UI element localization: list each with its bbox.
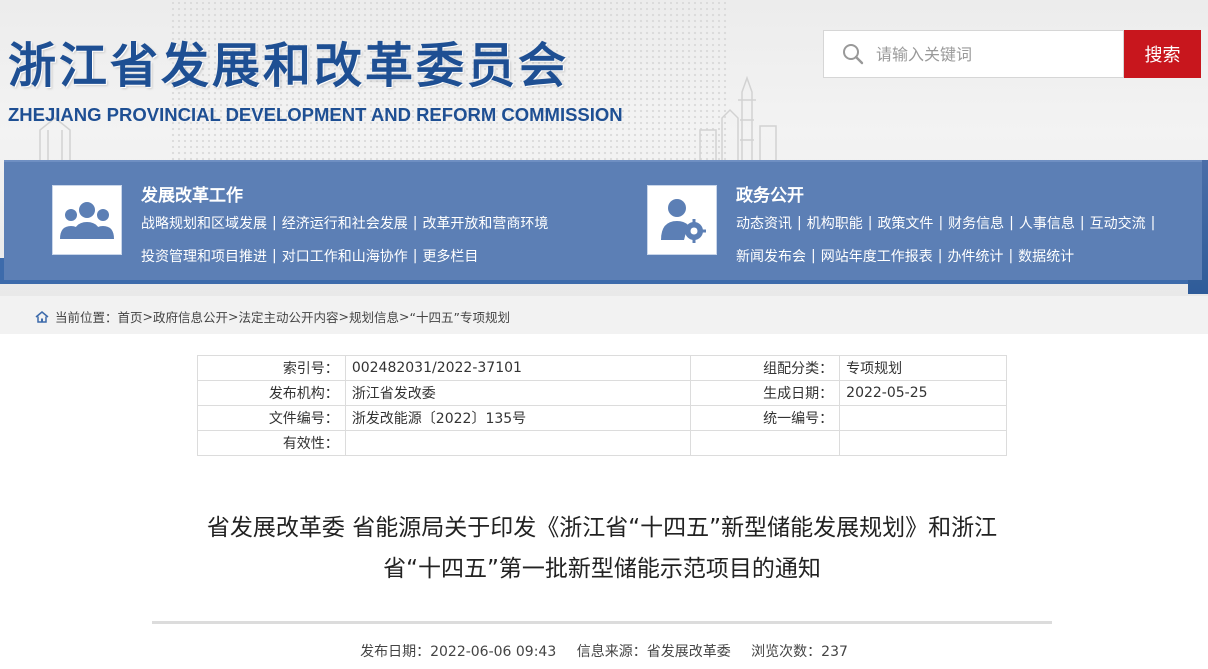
nav-link-data-stats[interactable]: 数据统计: [1018, 246, 1074, 266]
article-meta: 发布日期：2022-06-06 09:43 信息来源：省发展改革委 浏览次数：2…: [0, 641, 1208, 661]
nav-link-case-stats[interactable]: 办件统计: [947, 246, 1003, 266]
nav-separator: |: [1009, 215, 1014, 231]
breadcrumb: 当前位置： 首页 > 政府信息公开 > 法定主动公开内容 > 规划信息 > “十…: [35, 307, 510, 326]
nav-right-row1: 动态资讯 | 机构职能 | 政策文件 | 财务信息 | 人事信息 | 互动交流 …: [736, 213, 1160, 233]
breadcrumb-gov-info[interactable]: 政府信息公开: [153, 307, 228, 326]
empty-cell: [690, 430, 841, 456]
user-gear-icon: [661, 199, 706, 243]
nav-separator: |: [1079, 215, 1085, 231]
nav-group-icon-right[interactable]: [647, 185, 717, 255]
search-input[interactable]: [876, 39, 1116, 69]
breadcrumb-separator: >: [228, 309, 239, 324]
article-title-line2: 省“十四五”第一批新型储能示范项目的通知: [383, 556, 821, 582]
validity-value: [344, 430, 692, 456]
publisher-value: 浙江省发改委: [344, 380, 692, 406]
nav-heading-gov-affairs[interactable]: 政务公开: [736, 181, 804, 206]
nav-link-functions[interactable]: 机构职能: [807, 213, 863, 233]
unified-value: [839, 405, 1007, 431]
nav-right-row2: 新闻发布会 | 网站年度工作报表 | 办件统计 | 数据统计: [736, 246, 1074, 266]
breadcrumb-home[interactable]: 首页: [118, 307, 143, 326]
category-label: 组配分类：: [690, 355, 841, 381]
nav-separator: |: [937, 248, 943, 264]
nav-link-more-columns[interactable]: 更多栏目: [422, 246, 478, 266]
breadcrumb-special-plan[interactable]: “十四五”专项规划: [410, 307, 510, 326]
category-value: 专项规划: [839, 355, 1007, 381]
nav-link-counterpart-work[interactable]: 对口工作和山海协作: [282, 246, 408, 266]
index-value: 002482031/2022-37101: [344, 355, 692, 381]
table-row: 有效性：: [197, 430, 1007, 456]
view-count: 浏览次数：237: [751, 644, 848, 660]
docno-label: 文件编号：: [197, 405, 346, 431]
nav-separator: |: [938, 215, 944, 231]
article-title-line1: 省发展改革委 省能源局关于印发《浙江省“十四五”新型储能发展规划》和浙江: [206, 515, 998, 541]
breadcrumb-separator: >: [142, 309, 154, 324]
breadcrumb-prefix: 当前位置：: [55, 310, 118, 325]
search-icon: [843, 44, 864, 65]
nav-link-interaction[interactable]: 互动交流: [1090, 213, 1146, 233]
validity-label: 有效性：: [197, 430, 346, 456]
table-row: 发布机构： 浙江省发改委 生成日期： 2022-05-25: [197, 380, 1007, 406]
nav-link-news[interactable]: 动态资讯: [736, 213, 792, 233]
nav-heading-reform-work[interactable]: 发展改革工作: [141, 181, 243, 206]
site-title-cn: 浙江省发展和改革委员会: [8, 38, 570, 94]
breadcrumb-planning[interactable]: 规划信息: [349, 307, 399, 326]
table-row: 文件编号： 浙发改能源〔2022〕135号 统一编号：: [197, 405, 1007, 431]
nav-separator: |: [811, 248, 816, 264]
site-title-en: ZHEJIANG PROVINCIAL DEVELOPMENT AND REFO…: [8, 104, 623, 125]
nav-separator: |: [412, 248, 418, 264]
table-row: 索引号： 002482031/2022-37101 组配分类： 专项规划: [197, 355, 1007, 381]
nav-separator: |: [412, 215, 418, 231]
breadcrumb-separator: >: [338, 309, 350, 324]
date-value: 2022-05-25: [839, 380, 1007, 406]
breadcrumb-statutory[interactable]: 法定主动公开内容: [239, 307, 339, 326]
nav-left-row2: 投资管理和项目推进 | 对口工作和山海协作 | 更多栏目: [141, 246, 478, 266]
nav-link-annual-report[interactable]: 网站年度工作报表: [821, 246, 933, 266]
document-meta-table: 索引号： 002482031/2022-37101 组配分类： 专项规划 发布机…: [197, 355, 1007, 456]
title-divider: [152, 621, 1052, 624]
empty-cell: [839, 430, 1007, 456]
nav-separator: |: [867, 215, 873, 231]
breadcrumb-separator: >: [399, 309, 410, 324]
nav-separator: |: [1008, 248, 1014, 264]
nav-link-economic-operation[interactable]: 经济运行和社会发展: [282, 213, 408, 233]
publish-date: 发布日期：2022-06-06 09:43: [360, 644, 557, 660]
publisher-label: 发布机构：: [197, 380, 346, 406]
unified-label: 统一编号：: [690, 405, 841, 431]
people-group-icon: [60, 202, 114, 239]
home-icon: [35, 310, 49, 323]
nav-separator: |: [272, 215, 277, 231]
nav-left-row1: 战略规划和区域发展 | 经济运行和社会发展 | 改革开放和营商环境: [141, 213, 548, 233]
nav-link-reform-opening[interactable]: 改革开放和营商环境: [422, 213, 548, 233]
nav-link-finance[interactable]: 财务信息: [948, 213, 1004, 233]
nav-group-icon-left[interactable]: [52, 185, 122, 255]
date-label: 生成日期：: [690, 380, 841, 406]
search-box: [823, 30, 1124, 78]
index-label: 索引号：: [197, 355, 346, 381]
search-button[interactable]: 搜索: [1124, 30, 1201, 78]
docno-value: 浙发改能源〔2022〕135号: [344, 405, 692, 431]
nav-link-policy-docs[interactable]: 政策文件: [877, 213, 933, 233]
nav-link-press-conference[interactable]: 新闻发布会: [736, 246, 806, 266]
nav-link-investment[interactable]: 投资管理和项目推进: [141, 246, 267, 266]
nav-link-personnel[interactable]: 人事信息: [1019, 213, 1075, 233]
nav-separator: |: [1150, 215, 1156, 231]
nav-separator: |: [797, 215, 802, 231]
article-title: 省发展改革委 省能源局关于印发《浙江省“十四五”新型储能发展规划》和浙江 省“十…: [150, 508, 1054, 590]
nav-link-strategy-planning[interactable]: 战略规划和区域发展: [141, 213, 267, 233]
nav-separator: |: [272, 248, 277, 264]
info-source: 信息来源：省发展改革委: [576, 644, 731, 660]
